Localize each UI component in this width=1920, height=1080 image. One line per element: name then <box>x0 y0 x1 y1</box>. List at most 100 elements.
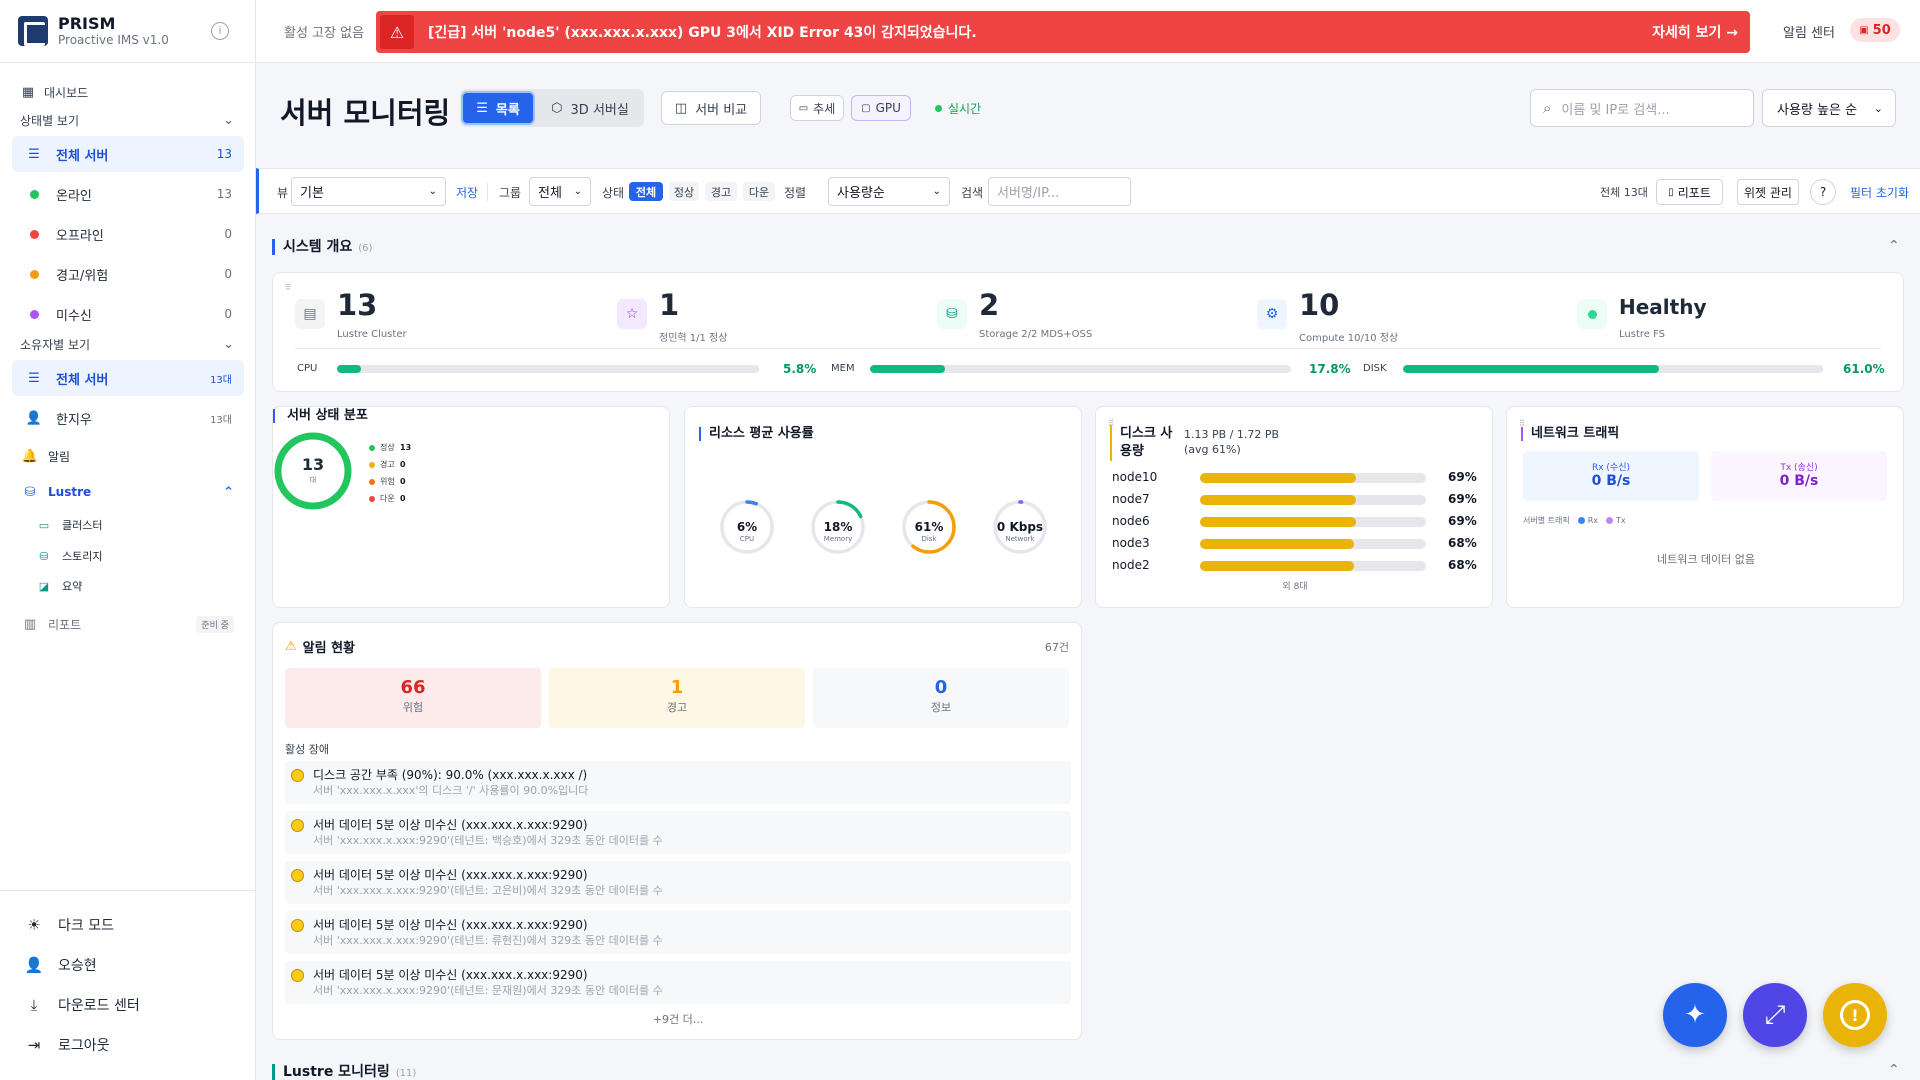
sidebar-item-all-servers[interactable]: ☰ 전체 서버 13 <box>12 136 244 172</box>
fault-item[interactable]: 서버 데이터 5분 이상 미수신 (xxx.xxx.x.xxx:9290) 서버 … <box>285 861 1071 904</box>
save-view-link[interactable]: 저장 <box>456 184 478 201</box>
status-section-toggle[interactable]: 상태별 보기 ⌄ <box>0 110 256 130</box>
search-input[interactable]: ⌕ 이름 및 IP로 검색... <box>1530 89 1754 127</box>
fault-desc: 서버 'xxx.xxx.x.xxx:9290'(테넌트: 문재원)에서 329초… <box>313 984 663 997</box>
filter-search-input[interactable]: 서버명/IP... <box>988 177 1131 206</box>
logout-button[interactable]: ⇥ 로그아웃 <box>26 1035 110 1055</box>
info-icon[interactable]: i <box>211 22 229 40</box>
warning-dot-icon <box>291 819 304 832</box>
filter-reset-link[interactable]: 필터 초기화 <box>1850 184 1909 201</box>
sort-filter-select[interactable]: 사용량순 ⌄ <box>828 177 950 206</box>
alert-status-card: ⚠ 알림 현황 67건 66 위험 1 경고 0 정보 활성 장애 디스크 공간 부족 (… <box>272 622 1082 1040</box>
status-chip-normal[interactable]: 정상 <box>669 182 699 201</box>
cpu-bar-value: 5.8% <box>783 362 817 376</box>
user-profile[interactable]: 👤 오승현 <box>25 955 97 975</box>
cube-icon: ⬡ <box>551 100 563 116</box>
dark-mode-toggle[interactable]: ☀ 다크 모드 <box>26 915 114 935</box>
sidebar-item-lustre-cluster[interactable]: ▭ 클러스터 <box>30 512 244 538</box>
status-legend: 정상 13 경고 0 위험 0 다운 0 <box>369 439 411 507</box>
alert-count-badge[interactable]: ▣ 50 <box>1850 18 1900 42</box>
alert-box-label: 정보 <box>930 701 952 714</box>
sidebar-item-label: 대시보드 <box>44 85 89 100</box>
sort-select[interactable]: 사용량 높은 순 ⌄ <box>1762 89 1896 127</box>
chevron-down-icon: ⌄ <box>932 186 941 197</box>
gpu-toggle[interactable]: ▢ GPU <box>851 95 911 121</box>
fault-item[interactable]: 서버 데이터 5분 이상 미수신 (xxx.xxx.x.xxx:9290) 서버 … <box>285 811 1071 854</box>
ai-assistant-button[interactable]: ✦ <box>1663 983 1727 1047</box>
view-select[interactable]: 기본 ⌄ <box>291 177 446 206</box>
legend-label: 정상 <box>380 443 395 452</box>
3d-room-view-button[interactable]: ⬡ 3D 서버실 <box>540 91 640 125</box>
live-label: 실시간 <box>948 102 982 116</box>
tx-dot-icon <box>1606 517 1613 524</box>
mem-bar-value: 17.8% <box>1309 362 1351 376</box>
sidebar-item-reports[interactable]: ▥ 리포트 준비 중 <box>22 614 244 634</box>
sidebar-item-offline[interactable]: 오프라인 0 <box>12 216 244 252</box>
list-view-button[interactable]: ☰ 목록 <box>461 91 535 125</box>
sidebar-item-lustre-storage[interactable]: ⛁ 스토리지 <box>30 543 244 569</box>
server-compare-button[interactable]: ◫ 서버 비교 <box>661 91 761 125</box>
rx-panel: Rx (수신) 0 B/s <box>1523 451 1699 501</box>
document-icon: ▯ <box>1668 186 1674 198</box>
status-chip-all[interactable]: 전체 <box>629 182 663 201</box>
fault-item[interactable]: 서버 데이터 5분 이상 미수신 (xxx.xxx.x.xxx:9290) 서버 … <box>285 961 1071 1004</box>
disk-usage-card: ⠿ 디스크 사용량 1.13 PB / 1.72 PB (avg 61%) no… <box>1095 406 1493 608</box>
warning-dot-icon <box>291 769 304 782</box>
network-traffic-card: ⠿ 네트워크 트래픽 Rx (수신) 0 B/s Tx (송신) 0 B/s 서… <box>1506 406 1904 608</box>
no-data-dot-icon <box>29 309 39 319</box>
active-fault-label: 활성 장애 <box>285 743 329 756</box>
lustre-monitoring-header[interactable]: Lustre 모니터링 (11) <box>272 1064 416 1080</box>
trend-toggle[interactable]: ▭ 추세 <box>790 95 844 121</box>
more-faults-link[interactable]: +9건 더... <box>273 1011 1083 1027</box>
alert-center-link[interactable]: 알림 센터 <box>1783 22 1835 41</box>
sidebar-item-count: 13대 <box>210 414 232 426</box>
alert-details-link[interactable]: 자세히 보기 → <box>1652 22 1738 42</box>
sparkle-icon: ✦ <box>1684 1000 1706 1030</box>
system-overview-header[interactable]: 시스템 개요 (6) <box>272 239 372 255</box>
sidebar-item-no-data[interactable]: 미수신 0 <box>12 296 244 332</box>
sidebar-item-lustre-summary[interactable]: ◪ 요약 <box>30 573 244 599</box>
widget-manage-button[interactable]: 위젯 관리 <box>1737 179 1799 205</box>
status-chip-warning[interactable]: 경고 <box>705 182 737 201</box>
alert-box-1[interactable]: 1 경고 <box>549 668 805 728</box>
disk-node-name: node6 <box>1112 514 1150 528</box>
sidebar-item-online[interactable]: 온라인 13 <box>12 176 244 212</box>
chevron-up-icon[interactable]: ⌃ <box>1888 238 1900 254</box>
help-button[interactable]: ? <box>1810 179 1836 205</box>
sidebar-item-lustre[interactable]: ⛁ Lustre ⌃ <box>22 482 244 502</box>
urgent-alert-banner[interactable]: ⚠ [긴급] 서버 'node5' (xxx.xxx.x.xxx) GPU 3에… <box>376 11 1750 53</box>
owner-section-toggle[interactable]: 소유자별 보기 ⌄ <box>0 334 256 354</box>
legend-dot-icon <box>369 444 375 451</box>
monitor-icon: ▭ <box>798 102 809 114</box>
download-center[interactable]: ⤓ 다운로드 센터 <box>26 995 140 1015</box>
chevron-down-icon: ⌄ <box>573 186 582 197</box>
status-chip-down[interactable]: 다운 <box>743 182 775 201</box>
select-value: 기본 <box>300 186 324 201</box>
fullscreen-button[interactable]: ⤢ <box>1743 983 1807 1047</box>
rx-label: Rx (수신) <box>1591 463 1631 473</box>
logout-icon: ⇥ <box>27 1036 41 1054</box>
drag-handle-icon[interactable]: ⠿ <box>285 283 291 292</box>
fault-item[interactable]: 서버 데이터 5분 이상 미수신 (xxx.xxx.x.xxx:9290) 서버 … <box>285 911 1071 954</box>
group-select[interactable]: 전체 ⌄ <box>529 177 591 206</box>
card-title: 서버 상태 분포 <box>273 409 368 423</box>
legend-value: 0 <box>400 477 406 486</box>
fault-item[interactable]: 디스크 공간 부족 (90%): 90.0% (xxx.xxx.x.xxx /)… <box>285 761 1071 804</box>
disk-percent: 69% <box>1448 470 1477 484</box>
report-button[interactable]: ▯ 리포트 <box>1656 179 1723 205</box>
sidebar-item-alerts[interactable]: 🔔 알림 <box>22 446 278 466</box>
sidebar-item-label: 온라인 <box>56 188 92 204</box>
health-dot-icon <box>1577 299 1607 329</box>
sidebar-item-owner-all[interactable]: ☰ 전체 서버 13대 <box>12 360 244 396</box>
alert-box-0[interactable]: 66 위험 <box>285 668 541 728</box>
chevron-up-icon[interactable]: ⌃ <box>1888 1062 1900 1078</box>
siren-icon: ▣ <box>1859 24 1869 36</box>
legend-value: 0 <box>400 460 406 469</box>
sidebar-item-warning[interactable]: 경고/위험 0 <box>12 256 244 292</box>
card-title: 알림 현황 <box>302 641 356 656</box>
alert-box-2[interactable]: 0 정보 <box>813 668 1069 728</box>
sidebar-item-dashboard[interactable]: ▦ 대시보드 <box>0 82 256 102</box>
rx-value: 0 B/s <box>1591 473 1631 489</box>
alert-fab-button[interactable]: ! <box>1823 983 1887 1047</box>
sidebar-item-owner-user[interactable]: 👤 한지우 13대 <box>12 400 244 436</box>
